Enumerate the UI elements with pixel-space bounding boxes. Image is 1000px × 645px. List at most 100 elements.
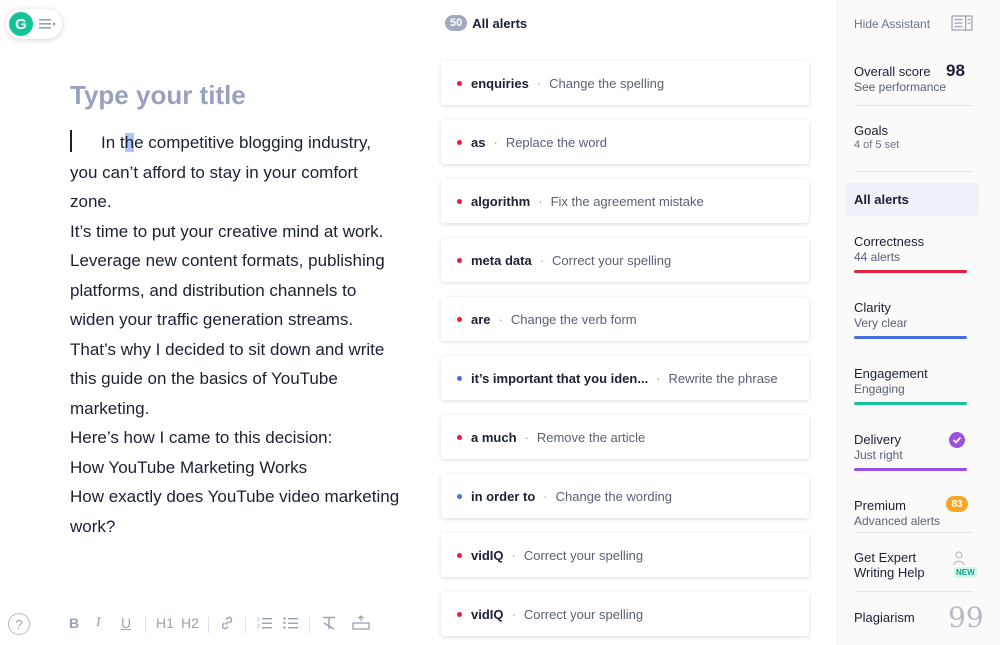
goals-button[interactable]: Goals	[854, 123, 888, 138]
severity-dot	[457, 257, 462, 263]
alert-separator: ·	[524, 429, 529, 445]
alert-separator: ·	[536, 75, 542, 91]
paragraph: Here’s how I came to this decision:	[70, 428, 333, 447]
alert-word: as	[471, 134, 486, 150]
alert-word: meta data	[471, 252, 532, 268]
link-icon[interactable]	[219, 615, 235, 634]
toolbar-divider	[145, 617, 146, 633]
sidebar-divider	[854, 171, 973, 172]
alert-description: Fix the agreement mistake	[550, 193, 704, 209]
severity-dot	[457, 80, 462, 86]
sidebar-divider	[854, 105, 973, 106]
alert-description: Replace the word	[505, 134, 607, 150]
alert-description: Correct your spelling	[552, 252, 672, 268]
clear-formatting-icon[interactable]	[321, 615, 337, 634]
paragraph: In the competitive blogging industry, yo…	[70, 128, 400, 217]
toolbar-divider	[245, 617, 246, 633]
alert-card[interactable]: enquiries · Change the spelling	[441, 61, 809, 105]
severity-dot	[457, 375, 462, 381]
plagiarism-button[interactable]: Plagiarism	[854, 610, 915, 625]
text-run: e	[134, 133, 149, 152]
alert-card[interactable]: a much · Remove the article	[441, 415, 809, 459]
alert-card[interactable]: algorithm · Fix the agreement mistake	[441, 179, 809, 223]
paragraph: How exactly does YouTube video marketing…	[70, 487, 400, 536]
alerts-panel: 50 All alerts enquiries · Change the spe…	[425, 0, 837, 645]
alert-card[interactable]: meta data · Correct your spelling	[441, 238, 809, 282]
alert-word: enquiries	[471, 75, 529, 91]
underline-button[interactable]: U	[121, 615, 131, 631]
category-clarity[interactable]: Clarity	[854, 300, 891, 315]
alert-separator: ·	[656, 370, 661, 386]
delivery-bar	[854, 468, 967, 471]
new-badge: NEW	[954, 567, 977, 578]
correctness-bar	[854, 270, 967, 273]
paragraph: That’s why I decided to sit down and wri…	[70, 339, 385, 418]
see-performance-link[interactable]: See performance	[854, 80, 946, 94]
bullet-list-icon[interactable]	[283, 615, 299, 634]
expert-help-line2[interactable]: Writing Help	[854, 565, 925, 580]
alert-word: are	[471, 311, 491, 327]
alert-word: vidIQ	[471, 606, 504, 622]
category-delivery[interactable]: Delivery	[854, 432, 901, 447]
page-format-icon[interactable]	[352, 615, 370, 634]
alert-description: Correct your spelling	[523, 606, 644, 622]
panel-toggle-icon[interactable]	[951, 14, 973, 37]
alert-separator: ·	[498, 311, 503, 327]
severity-dot	[457, 316, 462, 322]
selected-text: h	[124, 133, 135, 152]
alert-description: Change the wording	[555, 488, 672, 504]
category-correctness[interactable]: Correctness	[854, 234, 924, 249]
document-title-input[interactable]: Type your title	[70, 80, 246, 111]
sidebar-divider	[854, 532, 973, 533]
alert-card[interactable]: vidIQ · Correct your spelling	[441, 592, 809, 636]
italic-button[interactable]: I	[96, 615, 101, 631]
alert-card[interactable]: in order to · Change the wording	[441, 474, 809, 518]
tab-all-alerts[interactable]: All alerts	[846, 183, 979, 216]
category-correctness-status: 44 alerts	[854, 250, 901, 264]
premium-subtitle: Advanced alerts	[854, 514, 941, 528]
editor-panel: G Type your title In the competitive blo…	[0, 0, 425, 645]
heading2-button[interactable]: H2	[181, 615, 199, 631]
alert-separator: ·	[539, 252, 545, 268]
bold-button[interactable]: B	[69, 615, 79, 631]
alert-card[interactable]: are · Change the verb form	[441, 297, 809, 341]
alert-word: vidIQ	[471, 547, 504, 563]
alert-word: in order to	[471, 488, 536, 504]
svg-text:1: 1	[257, 617, 260, 623]
grammarly-menu-toggle[interactable]: G	[6, 9, 62, 39]
alert-card[interactable]: vidIQ · Correct your spelling	[441, 533, 809, 577]
severity-dot	[457, 434, 462, 440]
goals-status: 4 of 5 set	[854, 139, 900, 151]
category-engagement[interactable]: Engagement	[854, 366, 928, 381]
numbered-list-icon[interactable]: 12	[257, 615, 273, 634]
alert-description: Change the spelling	[549, 75, 665, 91]
severity-dot	[457, 198, 462, 204]
clarity-bar	[854, 336, 967, 339]
grammarly-logo-icon: G	[9, 12, 33, 36]
document-body[interactable]: In the competitive blogging industry, yo…	[70, 128, 400, 541]
hide-assistant-button[interactable]: Hide Assistant	[854, 17, 930, 31]
heading1-button[interactable]: H1	[156, 615, 174, 631]
overall-score-label[interactable]: Overall score	[854, 64, 931, 79]
paragraph: Leverage new content formats, publishing…	[70, 251, 385, 329]
alert-description: Change the verb form	[510, 311, 637, 327]
alert-separator: ·	[493, 134, 498, 150]
text-run: In t	[101, 133, 125, 152]
premium-count-badge: 83	[946, 496, 968, 512]
alert-description: Correct your spelling	[523, 547, 644, 563]
category-engagement-status: Engaging	[854, 382, 905, 396]
paragraph: How YouTube Marketing Works	[70, 457, 308, 477]
alert-card[interactable]: as · Replace the word	[441, 120, 809, 164]
premium-button[interactable]: Premium	[854, 498, 906, 513]
toolbar-divider	[309, 617, 310, 633]
alert-card[interactable]: it’s important that you iden... · Rewrit…	[441, 356, 809, 400]
expert-help-line1[interactable]: Get Expert	[854, 550, 916, 565]
category-clarity-status: Very clear	[854, 316, 908, 330]
check-circle-icon	[949, 432, 965, 453]
alert-word: algorithm	[471, 193, 531, 209]
alert-separator: ·	[538, 193, 543, 209]
alert-description: Remove the article	[536, 429, 646, 445]
severity-dot	[457, 139, 462, 145]
engagement-bar	[854, 402, 967, 405]
help-icon[interactable]: ?	[8, 613, 30, 635]
